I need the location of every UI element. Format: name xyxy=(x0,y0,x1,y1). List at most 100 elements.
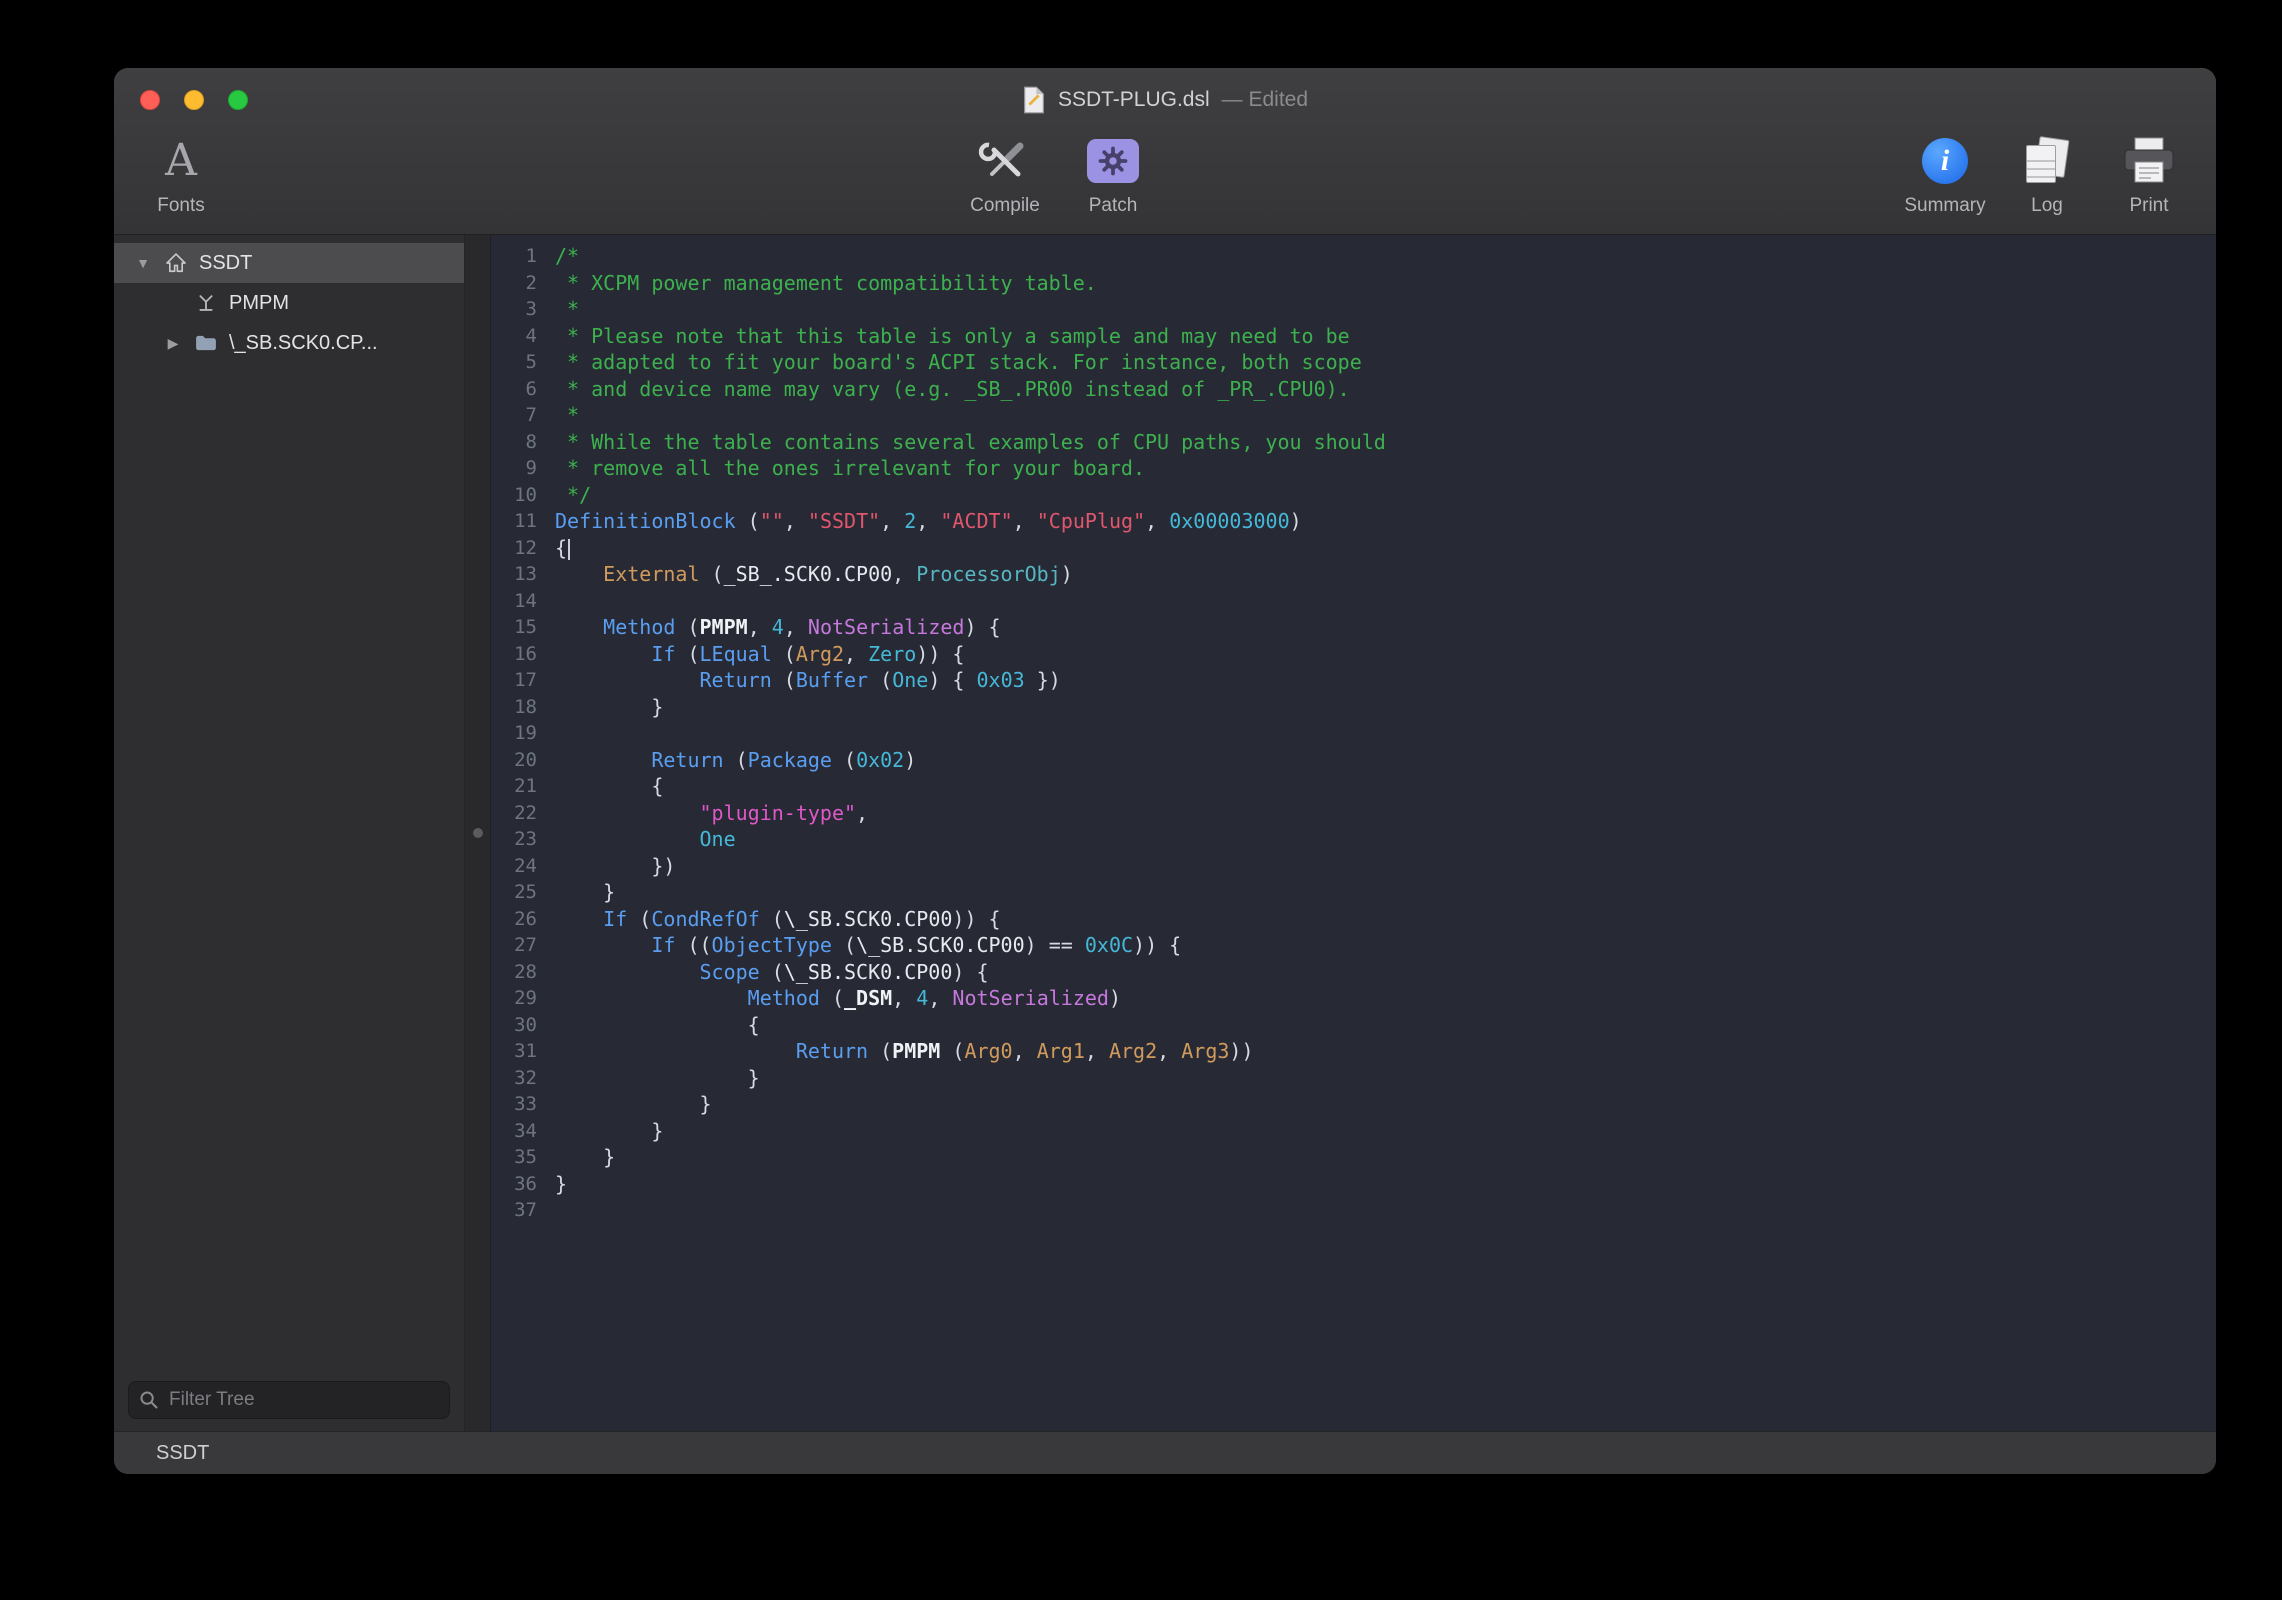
main-area: ▼ SSDT PMPM ▶ \_SB.SCK0.CP... 1/*2 * XCPM po… xyxy=(114,235,2216,1431)
zoom-button[interactable] xyxy=(228,90,248,110)
code-token: } xyxy=(555,1145,615,1169)
window-title: SSDT-PLUG.dsl — Edited xyxy=(1022,86,1308,114)
log-button[interactable]: Log xyxy=(2004,132,2090,217)
tree-item-label: \_SB.SCK0.CP... xyxy=(229,332,378,355)
code-line-text: External (_SB_.SCK0.CP00, ProcessorObj) xyxy=(537,561,1073,588)
code-token: , xyxy=(1157,1039,1181,1063)
print-button[interactable]: Print xyxy=(2106,132,2192,217)
code-line: 22 "plugin-type", xyxy=(491,800,2216,827)
code-token: 4 xyxy=(916,986,928,1010)
code-token: , xyxy=(784,615,808,639)
code-token: , xyxy=(1013,1039,1037,1063)
compile-button[interactable]: Compile xyxy=(962,132,1048,217)
code-token: , xyxy=(844,642,868,666)
sidebar-item-pmpm[interactable]: PMPM xyxy=(114,283,464,323)
traffic-lights xyxy=(140,68,248,132)
code-line: 34 } xyxy=(491,1118,2216,1145)
document-icon[interactable] xyxy=(1022,86,1046,114)
folder-icon xyxy=(190,334,222,352)
disclosure-right-icon[interactable]: ▶ xyxy=(156,335,190,352)
code-token: "CpuPlug" xyxy=(1037,509,1145,533)
code-token: ) xyxy=(1109,986,1121,1010)
code-token: Arg1 xyxy=(1037,1039,1085,1063)
toolbar-center-group: Compile xyxy=(962,132,1156,217)
close-button[interactable] xyxy=(140,90,160,110)
code-token: )) xyxy=(1229,1039,1253,1063)
code-token: } xyxy=(555,1119,663,1143)
code-line: 15 Method (PMPM, 4, NotSerialized) { xyxy=(491,614,2216,641)
patch-button[interactable]: Patch xyxy=(1070,132,1156,217)
code-token: * XCPM power management compatibility ta… xyxy=(555,271,1097,295)
code-token: Package xyxy=(748,748,832,772)
code-token xyxy=(555,1039,796,1063)
code-token: \_SB.SCK0.CP00 xyxy=(856,933,1025,957)
code-line: 33 } xyxy=(491,1091,2216,1118)
line-number: 8 xyxy=(491,429,537,456)
code-line: 26 If (CondRefOf (\_SB.SCK0.CP00)) { xyxy=(491,906,2216,933)
code-line-text: Scope (\_SB.SCK0.CP00) { xyxy=(537,959,989,986)
code-token: One xyxy=(700,827,736,851)
line-number: 15 xyxy=(491,614,537,641)
code-token: ) xyxy=(1061,562,1073,586)
line-number: 17 xyxy=(491,667,537,694)
compile-label: Compile xyxy=(970,195,1040,217)
code-line-text: } xyxy=(537,694,663,721)
code-token: , xyxy=(856,801,868,825)
code-token: Arg0 xyxy=(964,1039,1012,1063)
code-token: Method xyxy=(603,615,675,639)
code-line: 35 } xyxy=(491,1144,2216,1171)
code-token: { xyxy=(555,1013,760,1037)
line-number: 14 xyxy=(491,588,537,615)
code-editor[interactable]: 1/*2 * XCPM power management compatibili… xyxy=(491,235,2216,1431)
code-line: 20 Return (Package (0x02) xyxy=(491,747,2216,774)
split-divider[interactable] xyxy=(464,235,491,1431)
desktop: SSDT-PLUG.dsl — Edited A Fonts xyxy=(0,0,2282,1600)
code-line-text: Method (_DSM, 4, NotSerialized) xyxy=(537,985,1121,1012)
code-line: 17 Return (Buffer (One) { 0x03 }) xyxy=(491,667,2216,694)
line-number: 21 xyxy=(491,773,537,800)
print-label: Print xyxy=(2129,195,2168,217)
line-number: 30 xyxy=(491,1012,537,1039)
line-number: 23 xyxy=(491,826,537,853)
summary-button[interactable]: i Summary xyxy=(1902,132,1988,217)
code-token: Scope xyxy=(700,960,760,984)
sidebar: ▼ SSDT PMPM ▶ \_SB.SCK0.CP... xyxy=(114,235,464,1431)
fonts-button[interactable]: A Fonts xyxy=(138,132,224,217)
code-line-text: * xyxy=(537,402,579,429)
code-token: "SSDT" xyxy=(808,509,880,533)
search-icon xyxy=(139,1390,159,1410)
code-token: 0x03 xyxy=(976,668,1024,692)
line-number: 11 xyxy=(491,508,537,535)
sidebar-item-ssdt[interactable]: ▼ SSDT xyxy=(114,243,464,283)
code-line: 32 } xyxy=(491,1065,2216,1092)
line-number: 7 xyxy=(491,402,537,429)
code-token: { xyxy=(555,536,567,560)
log-label: Log xyxy=(2031,195,2063,217)
minimize-button[interactable] xyxy=(184,90,204,110)
code-token: }) xyxy=(1025,668,1061,692)
code-token: PMPM xyxy=(892,1039,940,1063)
disclosure-down-icon[interactable]: ▼ xyxy=(126,255,160,271)
filter-tree-input[interactable] xyxy=(167,1388,439,1412)
code-token: * Please note that this table is only a … xyxy=(555,324,1350,348)
code-line: 30 { xyxy=(491,1012,2216,1039)
titlebar[interactable]: SSDT-PLUG.dsl — Edited xyxy=(114,68,2216,132)
code-token: Zero xyxy=(868,642,916,666)
sidebar-item-sb-sck0-cp[interactable]: ▶ \_SB.SCK0.CP... xyxy=(114,323,464,363)
code-token xyxy=(555,986,748,1010)
line-number: 26 xyxy=(491,906,537,933)
code-token: ) xyxy=(1290,509,1302,533)
code-line-text: Return (PMPM (Arg0, Arg1, Arg2, Arg3)) xyxy=(537,1038,1254,1065)
filter-tree-field[interactable] xyxy=(128,1381,450,1419)
code-token: , xyxy=(748,615,772,639)
code-token: _DSM xyxy=(844,986,892,1010)
code-token: External xyxy=(603,562,699,586)
tree-item-label: SSDT xyxy=(199,252,252,275)
code-line-text: */ xyxy=(537,482,591,509)
line-number: 1 xyxy=(491,243,537,270)
code-token: ( xyxy=(820,986,844,1010)
code-line-text xyxy=(537,588,555,615)
code-token: ( xyxy=(940,1039,964,1063)
code-line: 9 * remove all the ones irrelevant for y… xyxy=(491,455,2216,482)
code-line-text: { xyxy=(537,773,663,800)
